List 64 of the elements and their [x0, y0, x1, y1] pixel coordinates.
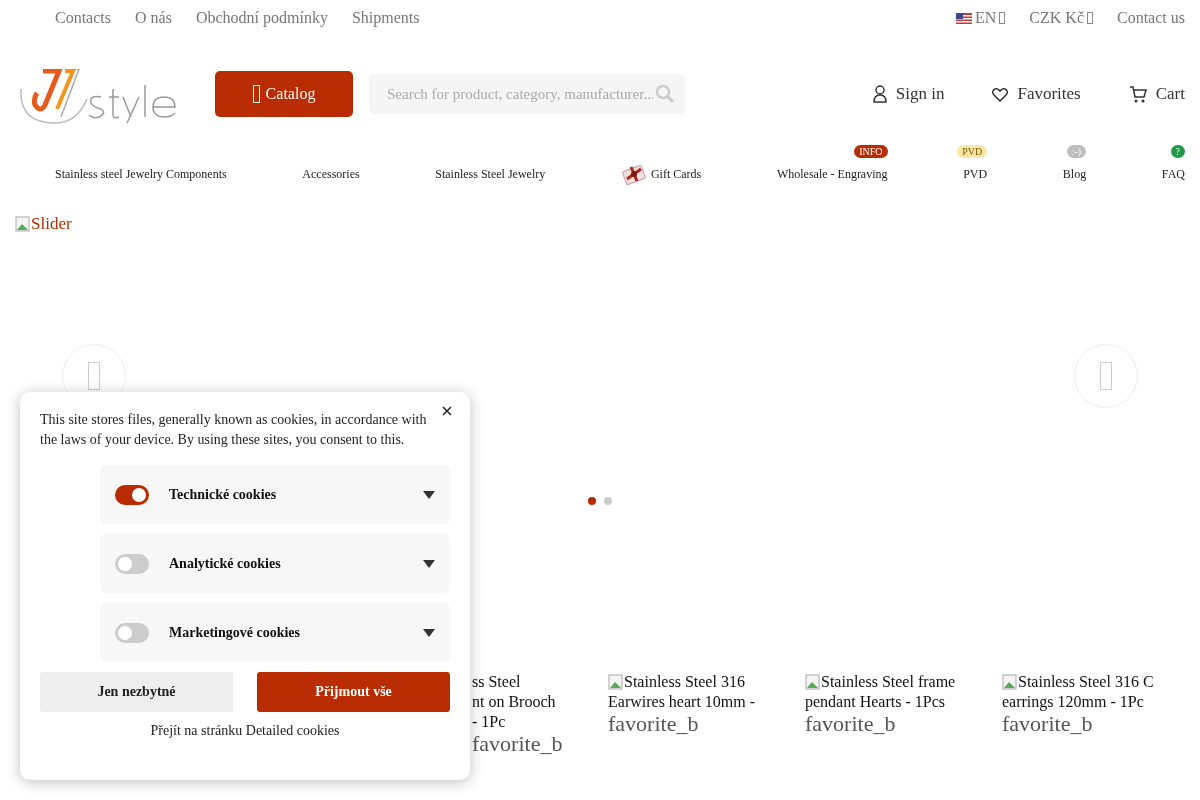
header-link[interactable]: Sign in — [872, 84, 945, 104]
product-name[interactable]: Stainless Steel frame — [821, 672, 956, 692]
nav-item[interactable]: Stainless steel Jewelry Components — [55, 166, 227, 182]
nav-label: Blog — [1062, 166, 1087, 182]
language-selector[interactable]: EN — [956, 9, 1006, 27]
necessary-only-button[interactable]: Jen nezbytné — [40, 672, 233, 712]
product-name[interactable]: - 1Pc — [472, 712, 506, 732]
product-name[interactable]: ss Steel — [472, 672, 521, 692]
slider-dot[interactable] — [588, 497, 596, 505]
product-name[interactable]: Stainless Steel 316 — [624, 672, 745, 692]
caret-down-icon[interactable] — [423, 559, 435, 568]
search-field[interactable]: Search for product, category, manufacturer... — [369, 74, 685, 114]
nav-badge: :-) — [1066, 144, 1087, 158]
slider-dot[interactable] — [604, 497, 612, 505]
toggle-switch[interactable] — [115, 553, 149, 574]
slider-alt-text: Slider — [31, 214, 72, 234]
favorite-alt-text[interactable]: favorite_b — [608, 714, 805, 734]
heart-icon — [992, 86, 1009, 102]
nav-badge: PVD — [957, 144, 988, 158]
accept-all-button[interactable]: Přijmout vše — [257, 672, 450, 712]
broken-image-icon — [15, 216, 31, 232]
favorite-alt-text[interactable]: favorite_b — [805, 714, 1002, 734]
cookie-category[interactable]: Analytické cookies — [100, 534, 450, 593]
catalog-button[interactable]: Catalog — [215, 71, 353, 117]
top-link[interactable]: Obchodní podmínky — [195, 9, 328, 27]
top-link[interactable]: Contacts — [55, 9, 111, 27]
top-link[interactable]: Contact us — [1117, 9, 1185, 27]
nav-badge: ? — [1170, 144, 1185, 158]
product-name[interactable]: nt on Brooch — [472, 692, 556, 712]
product-name[interactable]: Earwires heart 10mm - — [608, 692, 756, 712]
nav-label: Wholesale - Engraving — [776, 166, 888, 182]
close-icon[interactable] — [442, 406, 454, 418]
search-input[interactable]: Search for product, category, manufacturer... — [385, 84, 655, 104]
cookie-category[interactable]: Technické cookies — [100, 465, 450, 524]
category-label: Marketingové cookies — [169, 624, 302, 641]
caret-down-icon[interactable] — [423, 490, 435, 499]
nav-item[interactable]: Gift Cards — [620, 163, 702, 185]
nav-label: FAQ — [1161, 166, 1185, 182]
flag-icon — [956, 12, 972, 24]
favorite-alt-text[interactable]: favorite_b — [472, 734, 608, 754]
nav-label: Gift Cards — [650, 166, 702, 182]
cookie-category[interactable]: Marketingové cookies — [100, 603, 450, 662]
category-label: Technické cookies — [169, 486, 278, 503]
top-link[interactable]: O nás — [135, 9, 172, 27]
top-link[interactable]: Shipments — [351, 9, 420, 27]
toggle-switch[interactable] — [115, 484, 149, 505]
toggle-switch[interactable] — [115, 622, 149, 643]
nav-label: PVD — [963, 166, 988, 182]
product-name[interactable]: Stainless Steel 316 C — [1018, 672, 1154, 692]
user-icon — [872, 85, 887, 103]
detailed-cookies-link[interactable]: Přejít na stránku Detailed cookies — [150, 723, 340, 739]
category-label: Analytické cookies — [169, 555, 282, 572]
currency-selector[interactable]: CZK Kč — [1029, 9, 1093, 27]
nav-item[interactable]: Stainless Steel Jewelry — [435, 166, 546, 182]
product-name[interactable]: earrings 120mm - 1Pc — [1002, 692, 1144, 712]
header-link[interactable]: Favorites — [992, 84, 1081, 104]
header-link[interactable]: Cart — [1128, 84, 1185, 104]
nav-badge: INFO — [854, 144, 888, 158]
cookie-text: This site stores files, generally known as cookies, in accordance with the laws of your device. By using these sites, you consent to this. — [40, 411, 428, 449]
nav-item[interactable]: Accessories — [302, 166, 360, 182]
caret-down-icon[interactable] — [423, 628, 435, 637]
cart-icon — [1128, 85, 1147, 103]
favorite-alt-text[interactable]: favorite_b — [1002, 714, 1199, 734]
product-name[interactable]: pendant Hearts - 1Pcs — [805, 692, 945, 712]
